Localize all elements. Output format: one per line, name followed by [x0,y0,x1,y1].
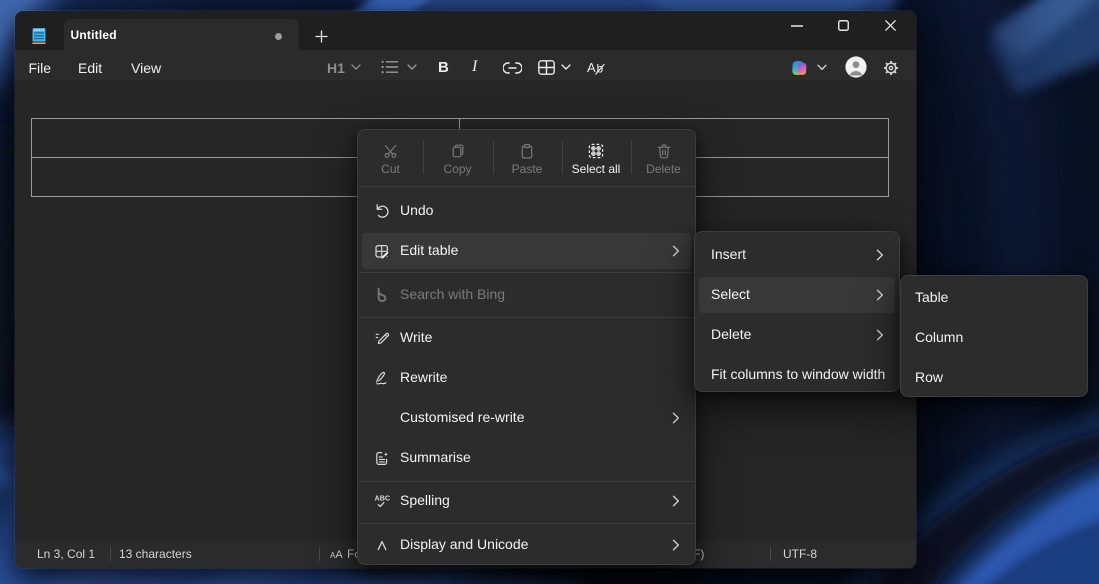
svg-text:ABC: ABC [375,494,391,503]
svg-text:A: A [587,60,596,75]
